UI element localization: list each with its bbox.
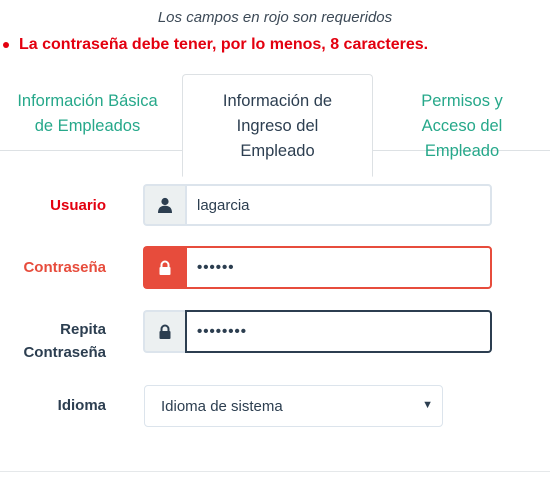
tab-label-line: Información Básica [17,92,158,110]
error-message: La contraseña debe tener, por lo menos, … [19,36,429,53]
tab-permisos-acceso[interactable]: Permisos y Acceso del Empleado [374,89,550,164]
section-divider [0,471,550,472]
tab-label-line: Empleado [240,142,315,160]
contrasena-input[interactable]: •••••• [185,246,492,289]
usuario-input-group: lagarcia [143,184,492,226]
error-list: La contraseña debe tener, por lo menos, … [0,36,428,54]
error-item: La contraseña debe tener, por lo menos, … [0,36,428,54]
repita-contrasena-input[interactable]: •••••••• [185,310,492,353]
idioma-selected-value: Idioma de sistema [161,397,283,415]
caret-down-icon: ▼ [422,399,433,411]
tab-label-line: Empleado [424,142,500,160]
user-icon [143,184,185,226]
contrasena-label: Contraseña [23,259,106,276]
lock-icon [143,246,185,289]
tab-label-line: Información de [222,92,333,110]
tab-informacion-basica[interactable]: Información Básica de Empleados [0,89,175,139]
repita-contrasena-input-group: •••••••• [143,310,492,353]
label-line: Contraseña [23,344,106,361]
tab-label-line: de Empleados [34,117,141,135]
tab-label-line: Ingreso del [236,117,319,135]
label-line: Repita [60,321,106,338]
repita-contrasena-label: Repita Contraseña [23,318,106,364]
contrasena-input-group: •••••• [143,246,492,289]
usuario-input[interactable]: lagarcia [185,184,492,226]
tab-informacion-ingreso[interactable]: Información de Ingreso del Empleado [182,74,373,177]
bullet-icon [3,42,9,48]
lock-icon [143,310,185,353]
idioma-label: Idioma [57,397,106,414]
required-fields-notice: Los campos en rojo son requeridos [157,9,393,26]
usuario-label: Usuario [50,197,106,214]
tab-label-line: Acceso del [421,117,503,135]
idioma-select[interactable]: Idioma de sistema ▼ [144,385,443,427]
tab-label-line: Permisos y [421,92,503,110]
